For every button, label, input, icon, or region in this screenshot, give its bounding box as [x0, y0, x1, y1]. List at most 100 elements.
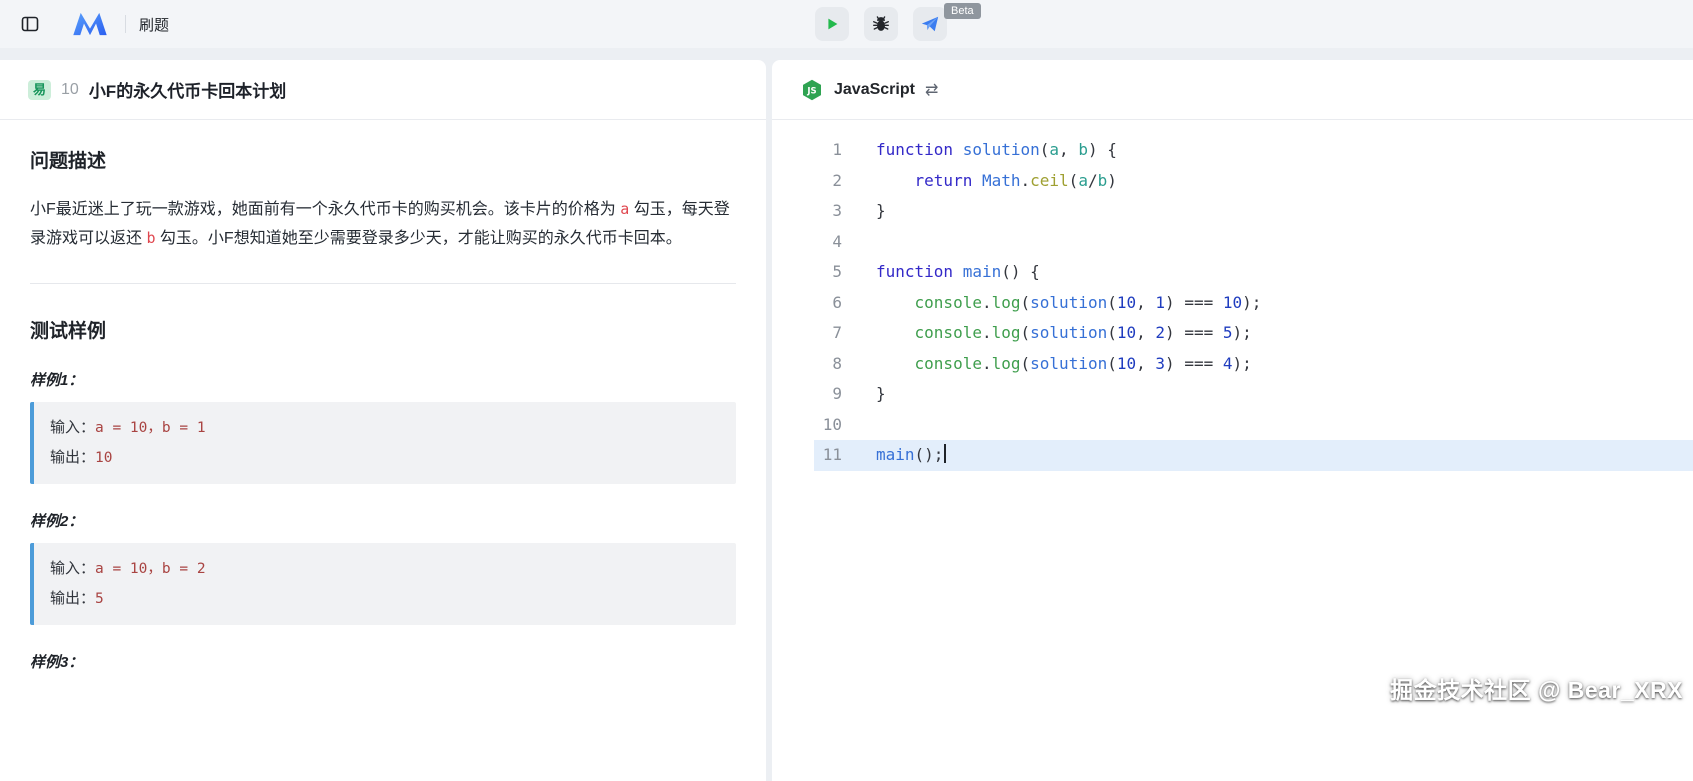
code-line[interactable]: 8 console.log(solution(10, 3) === 4); [814, 349, 1693, 380]
example-value: 10 [95, 450, 112, 466]
code-token: () [1001, 262, 1020, 281]
code-editor[interactable]: 1function solution(a, b) {2 return Math.… [772, 120, 1693, 471]
code-token: 2 [1155, 323, 1165, 342]
debug-button[interactable] [864, 7, 898, 41]
play-icon [823, 15, 841, 33]
code-line[interactable]: 1 function solution(a, b) { [814, 135, 1693, 166]
javascript-icon: JS [800, 78, 824, 102]
code-line-text: } [876, 196, 886, 227]
example-row-label: 输入： [50, 419, 95, 436]
example-value: a = 10，b = 2 [95, 561, 206, 577]
code-line[interactable]: 11 main(); [814, 440, 1693, 471]
code-token: 10 [1117, 323, 1136, 342]
line-number: 11 [814, 440, 842, 471]
inline-code: a [620, 200, 629, 218]
example-value: 5 [95, 591, 104, 607]
code-token [1021, 262, 1031, 281]
code-token [876, 323, 915, 342]
code-token [953, 262, 963, 281]
code-token: 5 [1223, 323, 1233, 342]
problem-title: 小F的永久代币卡回本计划 [89, 77, 286, 102]
code-line-text: function solution(a, b) { [876, 135, 1117, 166]
code-token: === [1184, 323, 1213, 342]
code-token: main [876, 445, 915, 464]
section-divider [30, 283, 736, 284]
code-token: ( [1021, 293, 1031, 312]
problem-panel: 易 10 小F的永久代币卡回本计划 问题描述 小F最近迷上了玩一款游戏，她面前有… [0, 60, 766, 781]
code-line[interactable]: 5 function main() { [814, 257, 1693, 288]
code-token: (); [915, 445, 944, 464]
code-token: Math [982, 171, 1021, 190]
code-line-text: } [876, 379, 886, 410]
code-token: main [963, 262, 1002, 281]
problem-body[interactable]: 问题描述 小F最近迷上了玩一款游戏，她面前有一个永久代币卡的购买机会。该卡片的价… [0, 120, 766, 781]
code-token: b [1078, 140, 1088, 159]
description-text: 勾玉。小F想知道她至少需要登录多少天，才能让购买的永久代币卡回本。 [155, 230, 681, 247]
examples-list: 样例1：输入：a = 10，b = 1输出：10样例2：输入：a = 10，b … [30, 369, 736, 672]
code-token: === [1184, 354, 1213, 373]
code-token: solution [963, 140, 1040, 159]
example-row-label: 输出： [50, 449, 95, 466]
code-token: ( [1107, 293, 1117, 312]
code-line[interactable]: 6 console.log(solution(10, 1) === 10); [814, 288, 1693, 319]
problem-number: 10 [61, 81, 79, 99]
code-line[interactable]: 10 [814, 410, 1693, 441]
line-number: 3 [814, 196, 842, 227]
code-line-text: console.log(solution(10, 3) === 4); [876, 349, 1252, 380]
code-line-text: console.log(solution(10, 1) === 10); [876, 288, 1261, 319]
editor-header: JS JavaScript ⇄ [772, 60, 1693, 120]
code-line-text: function main() { [876, 257, 1040, 288]
code-token: function [876, 140, 953, 159]
code-token: ); [1233, 354, 1252, 373]
code-token: console [915, 323, 982, 342]
line-number: 4 [814, 227, 842, 258]
example-row-label: 输出： [50, 590, 95, 607]
code-token: ( [1107, 354, 1117, 373]
run-button[interactable] [815, 7, 849, 41]
code-token: . [982, 354, 992, 373]
submit-button[interactable] [913, 7, 947, 41]
code-line[interactable]: 7 console.log(solution(10, 2) === 5); [814, 318, 1693, 349]
marscode-logo[interactable] [70, 11, 110, 37]
sidebar-toggle-button[interactable] [14, 8, 46, 40]
code-token: { [1107, 140, 1117, 159]
code-token: 3 [1155, 354, 1165, 373]
example-row: 输入：a = 10，b = 1 [50, 413, 720, 443]
line-number: 1 [814, 135, 842, 166]
beta-badge: Beta [944, 3, 981, 19]
code-token: . [1021, 171, 1031, 190]
code-token: a [1049, 140, 1059, 159]
line-number: 9 [814, 379, 842, 410]
code-token: , [1059, 140, 1069, 159]
bug-icon [871, 14, 891, 34]
code-line[interactable]: 3} [814, 196, 1693, 227]
line-number: 5 [814, 257, 842, 288]
code-token: ( [1069, 171, 1079, 190]
code-token: ) [1165, 293, 1175, 312]
code-token: ) [1107, 171, 1117, 190]
code-token: } [876, 201, 886, 220]
code-token: b [1098, 171, 1108, 190]
code-token: log [992, 293, 1021, 312]
code-token [1069, 140, 1079, 159]
code-token: ) [1088, 140, 1098, 159]
code-token: } [876, 384, 886, 403]
code-token: ) [1165, 323, 1175, 342]
code-line-text: console.log(solution(10, 2) === 5); [876, 318, 1252, 349]
code-line-text: return Math.ceil(a/b) [876, 166, 1117, 197]
code-token: ( [1021, 323, 1031, 342]
code-line[interactable]: 4 [814, 227, 1693, 258]
code-line[interactable]: 9} [814, 379, 1693, 410]
example-label: 样例2： [30, 510, 736, 531]
language-switch-button[interactable]: ⇄ [925, 80, 938, 100]
code-line[interactable]: 2 return Math.ceil(a/b) [814, 166, 1693, 197]
code-token: 10 [1117, 354, 1136, 373]
code-token: ( [1040, 140, 1050, 159]
code-token: ( [1107, 323, 1117, 342]
code-token: console [915, 293, 982, 312]
text-cursor [944, 444, 946, 463]
code-token [876, 354, 915, 373]
code-token: . [982, 293, 992, 312]
code-token [1213, 323, 1223, 342]
code-token: 4 [1223, 354, 1233, 373]
